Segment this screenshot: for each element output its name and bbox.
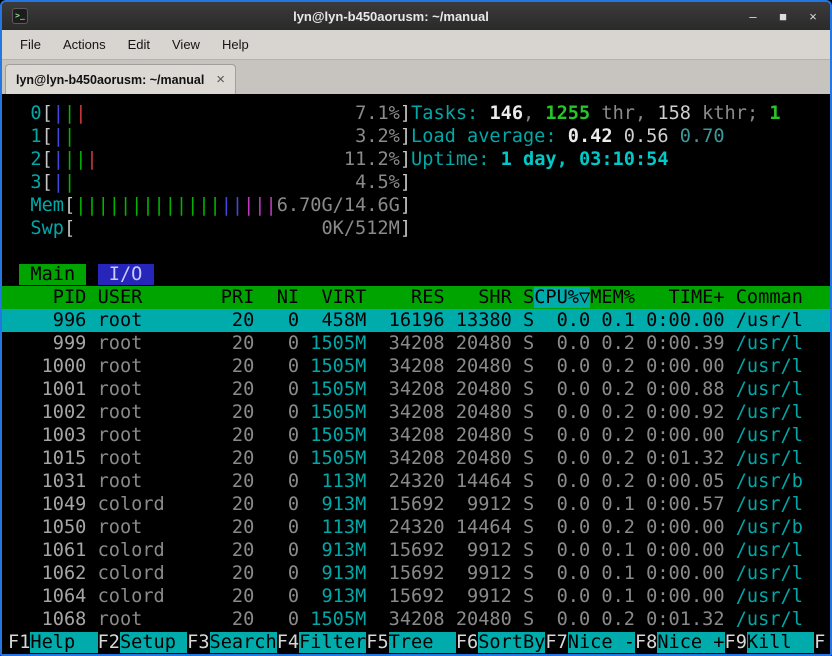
process-row-1002[interactable]: 1002 root 20 0 1505M 34208 20480 S 0.0 0… bbox=[2, 401, 830, 424]
fkey-f6[interactable]: F6 bbox=[456, 632, 478, 653]
fkey-f5[interactable]: F5 bbox=[366, 632, 388, 653]
fkey-f9[interactable]: F9 bbox=[725, 632, 747, 653]
process-row-1015[interactable]: 1015 root 20 0 1505M 34208 20480 S 0.0 0… bbox=[2, 447, 830, 470]
titlebar[interactable]: >_ lyn@lyn-b450aorusm: ~/manual – ■ × bbox=[2, 2, 830, 30]
fkey-label-f3[interactable]: Search bbox=[210, 632, 277, 653]
tab-close-icon[interactable]: × bbox=[216, 71, 225, 88]
cpu-meter-0: 0[||| 7.1%]Tasks: 146, 1255 thr, 158 kth… bbox=[2, 102, 830, 125]
process-row-1003[interactable]: 1003 root 20 0 1505M 34208 20480 S 0.0 0… bbox=[2, 424, 830, 447]
fkey-label-f9[interactable]: Kill bbox=[747, 632, 814, 653]
window-controls: – ■ × bbox=[746, 9, 820, 24]
fkey-f4[interactable]: F4 bbox=[277, 632, 299, 653]
column-header-pid[interactable]: PID bbox=[8, 287, 86, 308]
htop-screen-tabs: Main I/O bbox=[2, 263, 830, 286]
process-table-header[interactable]: PID USER PRI NI VIRT RES SHR SCPU%▽MEM% … bbox=[2, 286, 830, 309]
fkey-label-f8[interactable]: Nice + bbox=[657, 632, 724, 653]
fkey-label-f5[interactable]: Tree bbox=[389, 632, 456, 653]
close-button[interactable]: × bbox=[806, 9, 820, 24]
menu-item-file[interactable]: File bbox=[10, 32, 51, 57]
terminal-app-icon: >_ bbox=[12, 8, 28, 24]
process-row-1050[interactable]: 1050 root 20 0 113M 24320 14464 S 0.0 0.… bbox=[2, 516, 830, 539]
fkey-f3[interactable]: F3 bbox=[187, 632, 209, 653]
terminal-window: >_ lyn@lyn-b450aorusm: ~/manual – ■ × Fi… bbox=[0, 0, 832, 656]
blank-line bbox=[2, 240, 830, 263]
column-header-res[interactable]: RES bbox=[366, 287, 444, 308]
terminal-tab-label: lyn@lyn-b450aorusm: ~/manual bbox=[16, 73, 204, 87]
column-header-mem[interactable]: MEM% bbox=[590, 287, 635, 308]
column-header-ni[interactable]: NI bbox=[254, 287, 299, 308]
terminal-tab[interactable]: lyn@lyn-b450aorusm: ~/manual × bbox=[5, 64, 236, 94]
process-row-1068[interactable]: 1068 root 20 0 1505M 34208 20480 S 0.0 0… bbox=[2, 608, 830, 631]
cpu-meter-2: 2[|||| 11.2%]Uptime: 1 day, 03:10:54 bbox=[2, 148, 830, 171]
fkey-label-f6[interactable]: SortBy bbox=[478, 632, 545, 653]
menu-item-view[interactable]: View bbox=[162, 32, 210, 57]
column-header-cpu[interactable]: CPU%▽ bbox=[534, 287, 590, 308]
swap-meter: Swp[ 0K/512M] bbox=[2, 217, 830, 240]
menu-item-actions[interactable]: Actions bbox=[53, 32, 116, 57]
process-row-1001[interactable]: 1001 root 20 0 1505M 34208 20480 S 0.0 0… bbox=[2, 378, 830, 401]
process-row-999[interactable]: 999 root 20 0 1505M 34208 20480 S 0.0 0.… bbox=[2, 332, 830, 355]
minimize-button[interactable]: – bbox=[746, 9, 760, 24]
fkey-label-f7[interactable]: Nice - bbox=[568, 632, 635, 653]
cpu-meter-3: 3[|| 4.5%] bbox=[2, 171, 830, 194]
fkey-label-f1[interactable]: Help bbox=[30, 632, 97, 653]
column-header-virt[interactable]: VIRT bbox=[299, 287, 366, 308]
fkey-f2[interactable]: F2 bbox=[98, 632, 120, 653]
htop-tab-io[interactable]: I/O bbox=[98, 264, 154, 285]
column-header-cmd[interactable]: Comman bbox=[736, 287, 826, 308]
htop-screen: 0[||| 7.1%]Tasks: 146, 1255 thr, 158 kth… bbox=[2, 102, 830, 631]
cpu-meter-1: 1[|| 3.2%]Load average: 0.42 0.56 0.70 bbox=[2, 125, 830, 148]
column-header-user[interactable]: USER bbox=[98, 287, 199, 308]
process-row-1000[interactable]: 1000 root 20 0 1505M 34208 20480 S 0.0 0… bbox=[2, 355, 830, 378]
tab-bar: lyn@lyn-b450aorusm: ~/manual × bbox=[2, 60, 830, 94]
menu-item-edit[interactable]: Edit bbox=[118, 32, 160, 57]
process-row-1064[interactable]: 1064 colord 20 0 913M 15692 9912 S 0.0 0… bbox=[2, 585, 830, 608]
window-title: lyn@lyn-b450aorusm: ~/manual bbox=[36, 9, 746, 24]
terminal[interactable]: 0[||| 7.1%]Tasks: 146, 1255 thr, 158 kth… bbox=[2, 94, 830, 654]
fkey-f7[interactable]: F7 bbox=[545, 632, 567, 653]
function-key-bar: F1Help F2Setup F3SearchF4FilterF5Tree F6… bbox=[2, 631, 830, 654]
fkey-f8[interactable]: F8 bbox=[635, 632, 657, 653]
maximize-button[interactable]: ■ bbox=[776, 9, 790, 24]
menu-item-help[interactable]: Help bbox=[212, 32, 259, 57]
htop-tab-main[interactable]: Main bbox=[19, 264, 86, 285]
process-row-1061[interactable]: 1061 colord 20 0 913M 15692 9912 S 0.0 0… bbox=[2, 539, 830, 562]
fkey-label-f4[interactable]: Filter bbox=[299, 632, 366, 653]
column-header-time[interactable]: TIME+ bbox=[635, 287, 725, 308]
menubar: File Actions Edit View Help bbox=[2, 30, 830, 60]
fkey-f10-truncated[interactable]: F bbox=[814, 632, 825, 653]
process-row-1049[interactable]: 1049 colord 20 0 913M 15692 9912 S 0.0 0… bbox=[2, 493, 830, 516]
process-row-996[interactable]: 996 root 20 0 458M 16196 13380 S 0.0 0.1… bbox=[2, 309, 830, 332]
column-header-pri[interactable]: PRI bbox=[198, 287, 254, 308]
process-row-1031[interactable]: 1031 root 20 0 113M 24320 14464 S 0.0 0.… bbox=[2, 470, 830, 493]
fkey-label-f2[interactable]: Setup bbox=[120, 632, 187, 653]
column-header-s[interactable]: S bbox=[512, 287, 534, 308]
fkey-f1[interactable]: F1 bbox=[8, 632, 30, 653]
column-header-shr[interactable]: SHR bbox=[445, 287, 512, 308]
process-row-1062[interactable]: 1062 colord 20 0 913M 15692 9912 S 0.0 0… bbox=[2, 562, 830, 585]
memory-meter: Mem[||||||||||||||||||6.70G/14.6G] bbox=[2, 194, 830, 217]
